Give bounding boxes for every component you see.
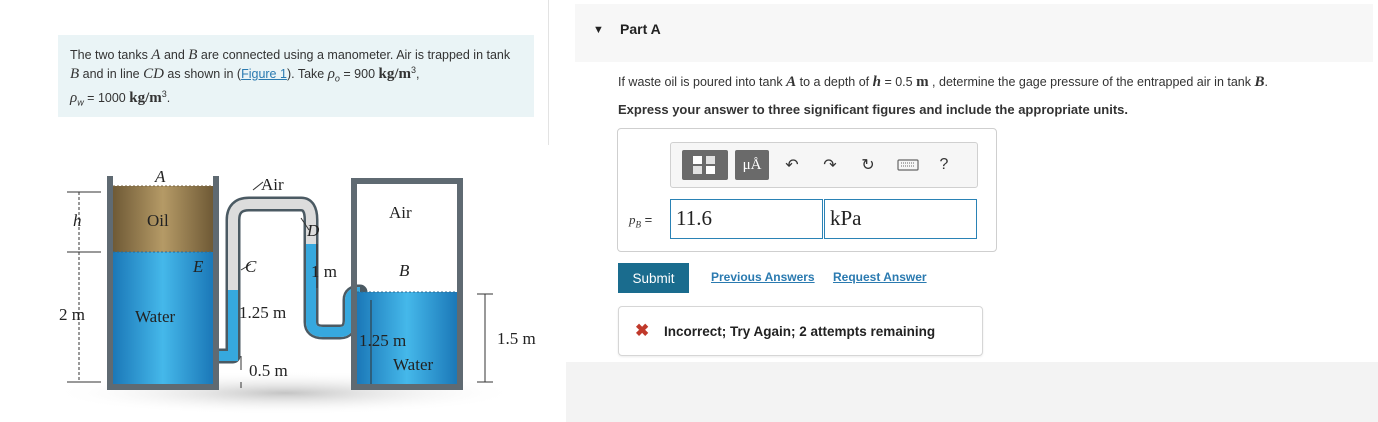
- question-text: If waste oil is poured into tank A to a …: [618, 74, 1268, 91]
- label-1-5m: 1.5 m: [497, 329, 536, 348]
- label-1m: 1 m: [311, 262, 337, 281]
- h-symbol: h: [872, 74, 881, 90]
- label-air-line: Air: [261, 175, 284, 194]
- tank-b-symbol: B: [70, 66, 80, 83]
- tank-a-symbol: A: [786, 74, 797, 90]
- density-unit: kg/m: [378, 66, 412, 83]
- undo-button[interactable]: ↶: [779, 150, 805, 180]
- density-unit: kg/m: [129, 89, 162, 106]
- bottom-panel: [566, 362, 1378, 422]
- problem-text: are connected using a manometer. Air is …: [197, 48, 511, 62]
- label-2m: 2 m: [59, 305, 85, 324]
- reset-icon: ↻: [861, 157, 875, 174]
- answer-equals: =: [641, 212, 653, 227]
- help-button[interactable]: ?: [931, 150, 957, 180]
- question-part: , determine the gage pressure of the ent…: [928, 75, 1255, 89]
- help-icon: ?: [939, 156, 949, 173]
- templates-button[interactable]: [682, 150, 728, 180]
- answer-unit-input[interactable]: kPa: [824, 199, 977, 239]
- error-x-icon: ✖: [635, 321, 650, 340]
- problem-statement: The two tanks A and B are connected usin…: [58, 35, 534, 117]
- problem-text: ). Take: [286, 67, 328, 82]
- feedback-message: ✖ Incorrect; Try Again; 2 attempts remai…: [618, 306, 983, 356]
- problem-text: = 1000: [83, 90, 130, 105]
- feedback-text: Incorrect; Try Again; 2 attempts remaini…: [664, 324, 936, 339]
- keyboard-button[interactable]: [895, 150, 921, 180]
- unit-m: m: [916, 74, 929, 90]
- question-part: = 0.5: [880, 75, 917, 89]
- line-cd-symbol: CD: [143, 66, 164, 83]
- problem-text: and in line: [79, 67, 144, 82]
- manometer-tube: [219, 196, 368, 364]
- answer-panel: μÅ ↶ ↷ ↻ ? pB = 11.6 kPa: [617, 128, 997, 252]
- part-a-header[interactable]: ▼ Part A: [575, 4, 1373, 62]
- label-d: D: [306, 221, 320, 240]
- submit-button[interactable]: Submit: [618, 263, 689, 293]
- label-c: C: [245, 257, 257, 276]
- keyboard-icon: [897, 159, 919, 171]
- label-water-b: Water: [393, 355, 433, 374]
- math-toolbar: μÅ ↶ ↷ ↻ ?: [670, 142, 978, 188]
- tank-a: [107, 176, 219, 390]
- label-h: h: [73, 211, 82, 230]
- redo-button[interactable]: ↷: [817, 150, 843, 180]
- units-button[interactable]: μÅ: [735, 150, 769, 180]
- reset-button[interactable]: ↻: [855, 150, 881, 180]
- problem-text: = 900: [339, 67, 379, 82]
- label-1-25m-b: 1.25 m: [359, 331, 406, 350]
- problem-text: and: [160, 48, 189, 62]
- part-title: Part A: [620, 21, 661, 37]
- label-1-25m-c: 1.25 m: [239, 303, 286, 322]
- previous-answers-link[interactable]: Previous Answers: [711, 270, 815, 284]
- label-oil: Oil: [147, 211, 169, 230]
- label-tank-a: A: [154, 167, 166, 186]
- rho-oil-symbol: ρ: [327, 66, 335, 83]
- problem-text: .: [166, 90, 171, 105]
- label-air-tank-b: Air: [389, 203, 412, 222]
- problem-text: The two tanks: [70, 48, 152, 62]
- problem-text: as shown in (: [163, 67, 242, 82]
- label-water-a: Water: [135, 307, 175, 326]
- label-e: E: [192, 257, 204, 276]
- label-0-5m: 0.5 m: [249, 361, 288, 380]
- instruction-text: Express your answer to three significant…: [618, 102, 1128, 117]
- tank-b-symbol: B: [1254, 74, 1265, 90]
- templates-icon: [693, 156, 715, 174]
- problem-text: ,: [416, 67, 420, 82]
- undo-icon: ↶: [785, 157, 799, 174]
- redo-icon: ↷: [823, 157, 837, 174]
- question-part: to a depth of: [796, 75, 873, 89]
- manometer-figure: A Air D Air h Oil E C 1 m B 2 m Water 1.…: [55, 167, 536, 415]
- collapse-caret-icon[interactable]: ▼: [593, 24, 604, 36]
- question-part: .: [1264, 75, 1268, 89]
- figure-link[interactable]: Figure 1: [241, 67, 287, 81]
- answer-label: pB =: [629, 212, 652, 230]
- answer-value-input[interactable]: 11.6: [670, 199, 823, 239]
- question-part: If waste oil is poured into tank: [618, 75, 787, 89]
- label-b: B: [399, 261, 410, 280]
- units-icon: μÅ: [742, 156, 762, 173]
- panel-divider: [548, 0, 549, 145]
- request-answer-link[interactable]: Request Answer: [833, 270, 927, 284]
